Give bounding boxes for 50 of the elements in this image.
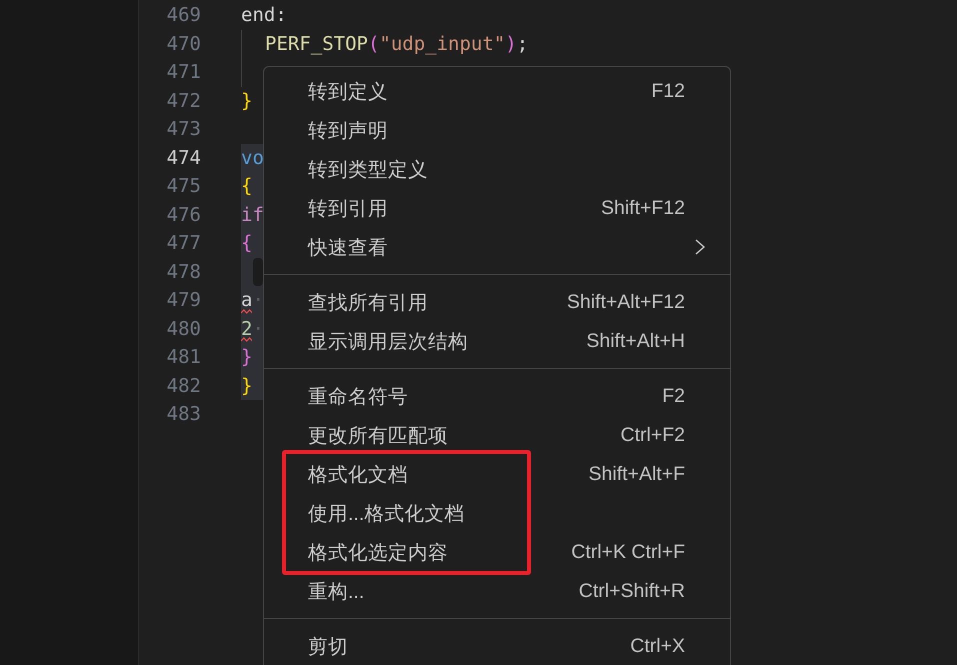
- line-number: 475: [166, 175, 201, 197]
- menu-item[interactable]: 更改所有匹配项 Ctrl+F2: [264, 416, 730, 454]
- line-number: 479: [166, 289, 201, 311]
- code-line: end:: [241, 3, 287, 28]
- menu-item[interactable]: 显示调用层次结构 Shift+Alt+H: [264, 322, 730, 360]
- code-line: PERF_STOP("udp_input");: [265, 32, 528, 56]
- menu-item[interactable]: 转到类型定义: [264, 150, 730, 188]
- shortcut-text: F2: [662, 384, 685, 408]
- line-number: 480: [166, 318, 201, 340]
- menu-item[interactable]: 快速查看: [264, 228, 730, 266]
- code-line: {: [241, 174, 252, 199]
- line-number: 472: [166, 90, 201, 112]
- menu-item[interactable]: 使用...格式化文档: [264, 494, 730, 532]
- menu-item[interactable]: 格式化文档 Shift+Alt+F: [264, 454, 730, 494]
- menu-item[interactable]: 转到引用 Shift+F12: [264, 188, 730, 228]
- code-line: }: [241, 374, 252, 398]
- menu-item[interactable]: 重命名符号 F2: [264, 376, 730, 416]
- shortcut-text: Ctrl+X: [630, 634, 685, 658]
- shortcut-text: Shift+Alt+F: [588, 462, 685, 486]
- shortcut-text: F12: [651, 80, 685, 102]
- line-number: 469: [166, 4, 201, 26]
- line-number: 476: [166, 204, 201, 226]
- shortcut-text: Shift+Alt+H: [586, 330, 685, 352]
- menu-item[interactable]: 查找所有引用 Shift+Alt+F12: [264, 282, 730, 322]
- line-number: 481: [166, 346, 201, 368]
- code-line: vo: [241, 146, 264, 170]
- menu-item[interactable]: 转到定义 F12: [264, 72, 730, 110]
- code-line: if: [241, 202, 264, 228]
- code-line: a·: [241, 288, 264, 313]
- line-number: 483: [166, 403, 201, 425]
- menu-item[interactable]: 格式化选定内容 Ctrl+K Ctrl+F: [264, 532, 730, 572]
- shortcut-text: Ctrl+K Ctrl+F: [571, 540, 685, 564]
- menu-item[interactable]: 转到声明: [264, 110, 730, 150]
- line-number: 470: [166, 32, 201, 54]
- line-number: 473: [166, 118, 201, 140]
- line-number: 478: [166, 260, 201, 282]
- menu-item[interactable]: 剪切 Ctrl+X: [264, 626, 730, 665]
- line-number: 474: [166, 146, 201, 168]
- code-line: {: [241, 231, 252, 256]
- code-line: 2·: [241, 316, 264, 342]
- shortcut-text: Shift+Alt+F12: [566, 290, 685, 314]
- code-line: }: [241, 345, 252, 370]
- line-number: 482: [166, 374, 201, 396]
- menu-item[interactable]: 重构... Ctrl+Shift+R: [264, 572, 730, 610]
- shortcut-text: Shift+F12: [600, 196, 685, 220]
- code-line: }: [241, 88, 252, 114]
- shortcut-text: Ctrl+Shift+R: [578, 580, 685, 602]
- shortcut-text: Ctrl+F2: [620, 424, 685, 446]
- line-number: 477: [166, 232, 201, 254]
- line-number: 471: [166, 61, 201, 83]
